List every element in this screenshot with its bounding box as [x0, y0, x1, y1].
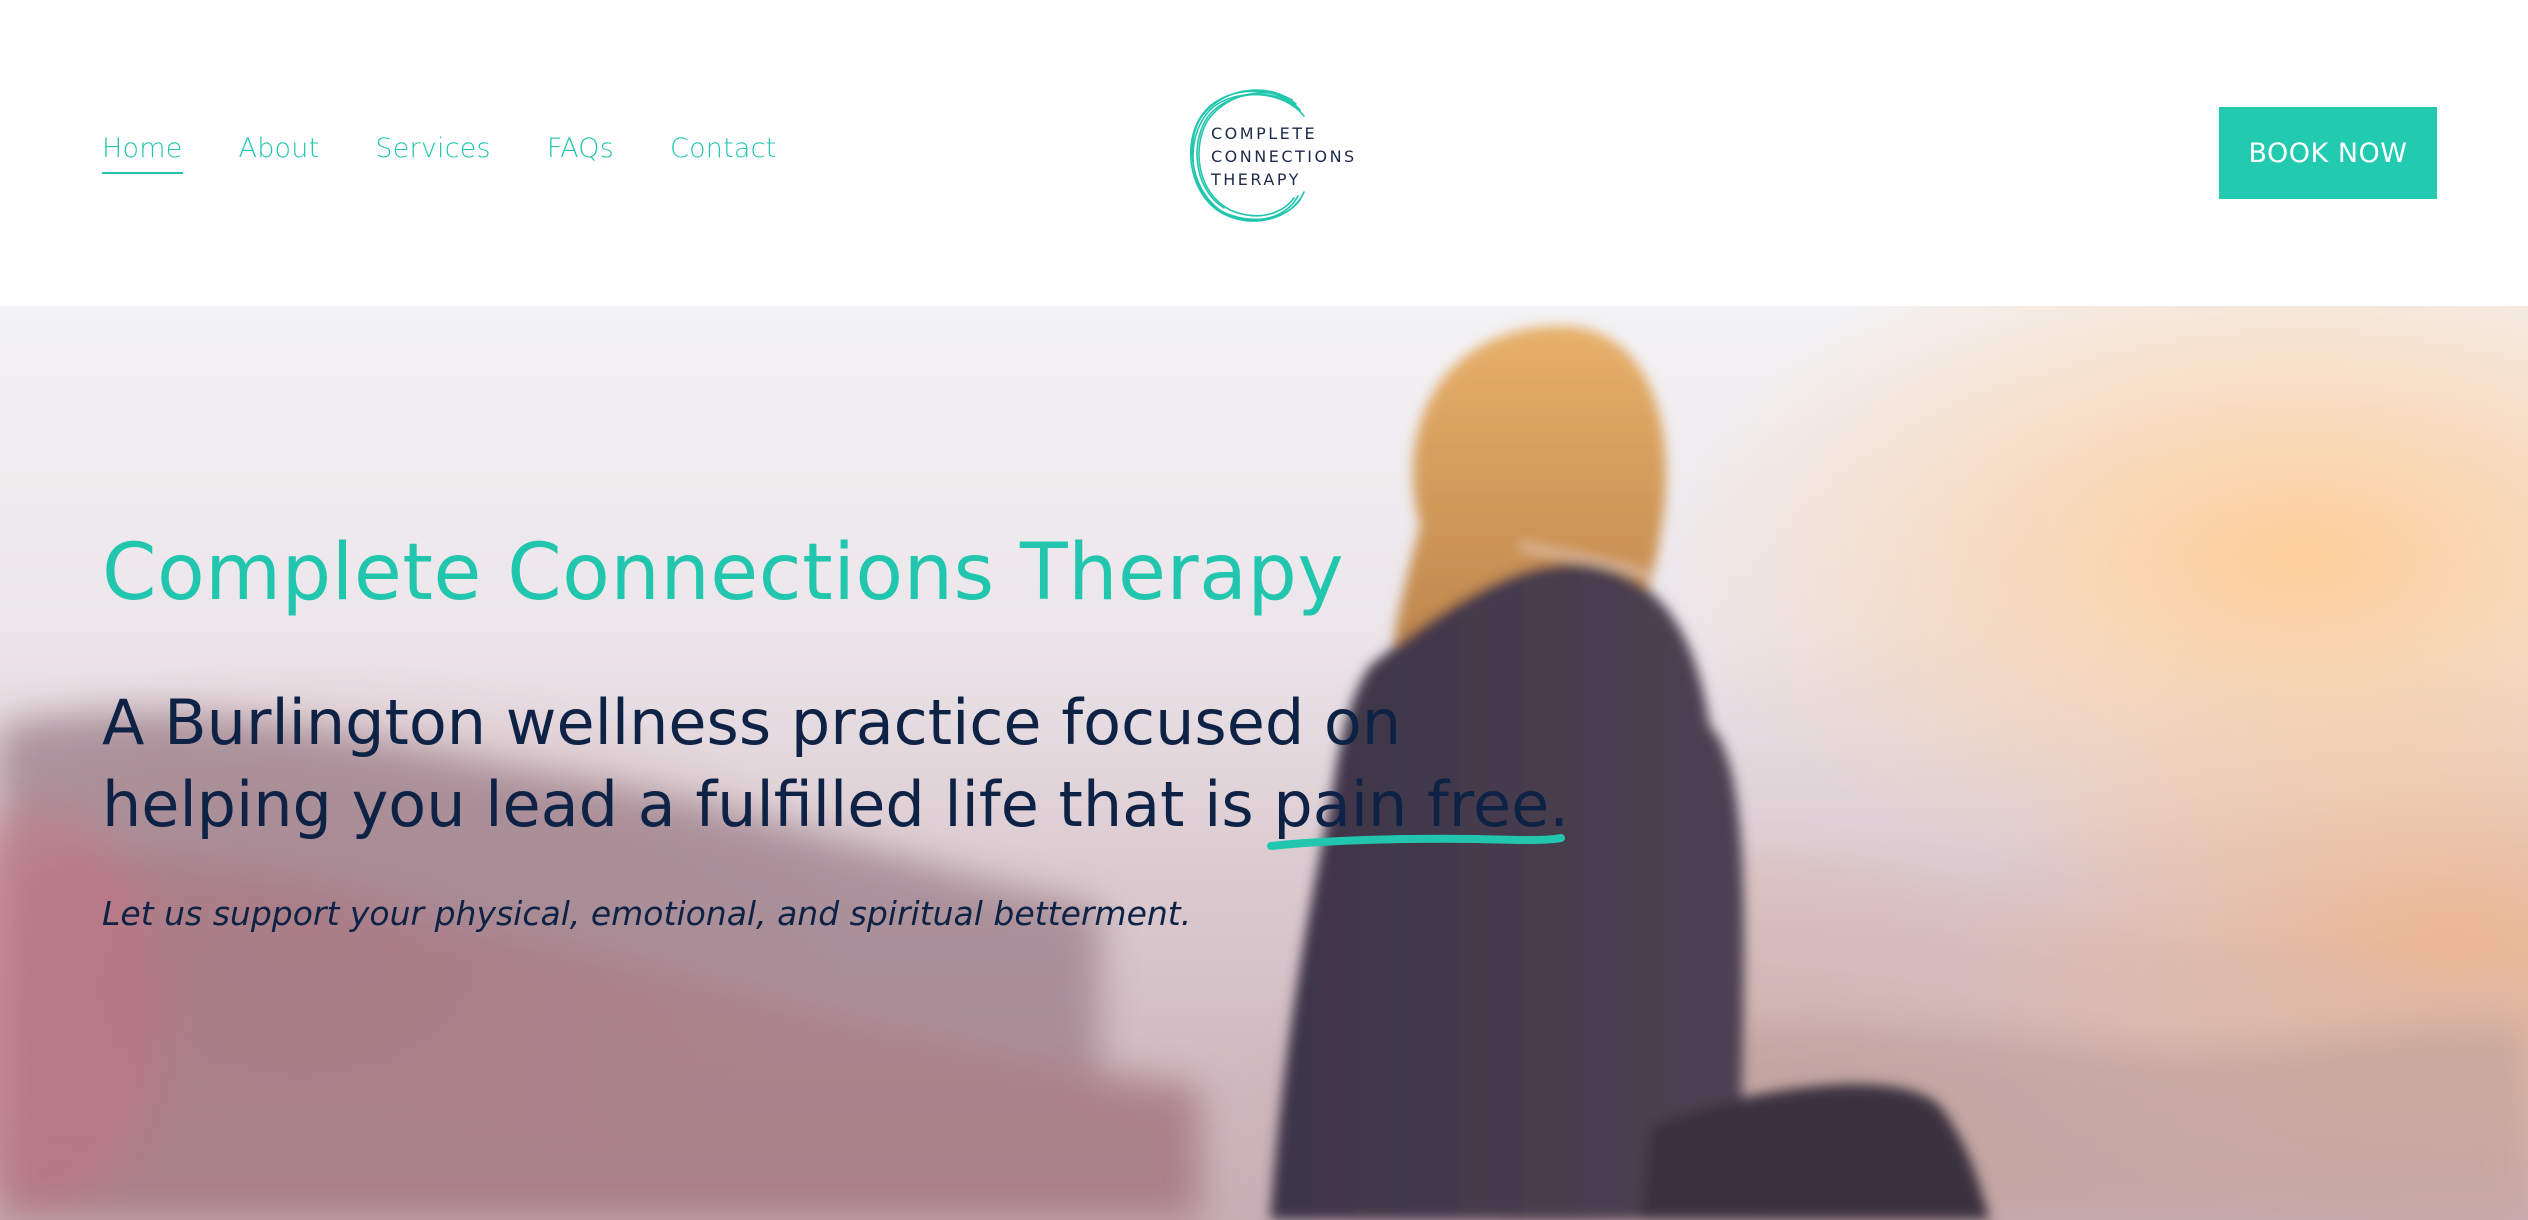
hero-title: Complete Connections Therapy: [102, 528, 1345, 618]
brush-underline-icon: [1267, 834, 1566, 850]
hero-subtitle: A Burlington wellness practice focused o…: [102, 682, 1602, 850]
logo-line-2: CONNECTIONS: [1211, 147, 1357, 166]
nav-link-home[interactable]: Home: [102, 133, 183, 174]
logo-text: COMPLETE CONNECTIONS THERAPY: [1211, 122, 1357, 191]
site-header: Home About Services FAQs Contact COMPLET…: [0, 0, 2528, 306]
logo-line-3: THERAPY: [1211, 170, 1301, 189]
site-logo[interactable]: COMPLETE CONNECTIONS THERAPY: [1180, 80, 1370, 228]
pain-free-text: pain free: [1273, 768, 1550, 841]
nav-link-contact[interactable]: Contact: [670, 133, 776, 170]
hero-subtitle-suffix: .: [1549, 768, 1569, 841]
hero-subtitle-line-2: helping you lead a fulfilled life that i…: [102, 764, 1602, 850]
hero-subtitle-line-2-prefix: helping you lead a fulfilled life that i…: [102, 768, 1274, 841]
hero-subtitle-line-1: A Burlington wellness practice focused o…: [102, 686, 1402, 759]
nav-link-about[interactable]: About: [239, 133, 320, 170]
hero-section: Complete Connections Therapy A Burlingto…: [0, 306, 2528, 1220]
nav-link-services[interactable]: Services: [375, 133, 490, 170]
pain-free-highlight: pain free: [1267, 764, 1566, 850]
nav-link-faqs[interactable]: FAQs: [547, 133, 614, 170]
main-nav: Home About Services FAQs Contact: [102, 133, 832, 174]
book-now-button[interactable]: BOOK NOW: [2219, 107, 2437, 199]
logo-line-1: COMPLETE: [1211, 124, 1318, 143]
hero-tagline: Let us support your physical, emotional,…: [102, 894, 1192, 933]
